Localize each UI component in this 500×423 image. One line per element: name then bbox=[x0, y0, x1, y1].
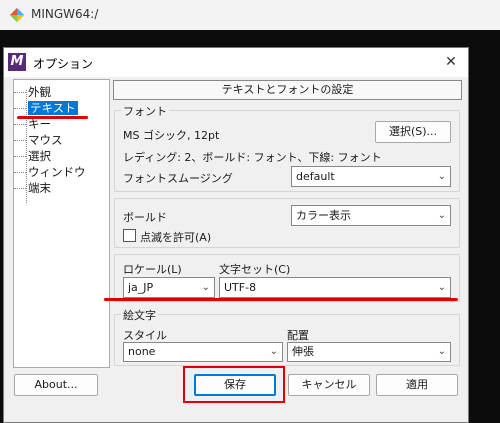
tree-item-text[interactable]: テキスト bbox=[14, 100, 78, 116]
bold-label: ボールド bbox=[123, 211, 167, 224]
select-font-button[interactable]: 選択(S)... bbox=[375, 121, 451, 143]
emoji-placement-value: 伸張 bbox=[292, 345, 314, 358]
locale-group: ロケール(L) 文字セット(C) ja_JP ⌄ UTF-8 ⌄ bbox=[114, 254, 460, 302]
emoji-style-select[interactable]: none ⌄ bbox=[123, 342, 283, 362]
charset-value: UTF-8 bbox=[224, 281, 257, 294]
blink-checkbox[interactable] bbox=[123, 229, 136, 242]
tree-item-selection[interactable]: 選択 bbox=[14, 148, 51, 164]
annotation-underline-text bbox=[17, 116, 88, 119]
smoothing-select[interactable]: default ⌄ bbox=[291, 166, 451, 187]
placement-label: 配置 bbox=[287, 329, 309, 342]
locale-value: ja_JP bbox=[128, 281, 154, 294]
terminal-title: MINGW64:/ bbox=[31, 7, 99, 21]
font-group: フォント MS ゴシック, 12pt 選択(S)... レディング: 2、ボール… bbox=[114, 103, 460, 192]
chevron-down-icon: ⌄ bbox=[437, 282, 446, 293]
dialog-title-bar: M オプション ✕ bbox=[4, 48, 468, 77]
charset-label: 文字セット(C) bbox=[219, 263, 291, 276]
emoji-style-value: none bbox=[128, 345, 156, 358]
smoothing-value: default bbox=[296, 170, 335, 183]
tree-item-label: マウス bbox=[28, 133, 63, 147]
tree-item-label: 外観 bbox=[28, 85, 51, 99]
bold-group: ボールド カラー表示 ⌄ 点滅を許可(A) bbox=[114, 198, 460, 248]
tree-item-label: ウィンドウ bbox=[28, 165, 86, 179]
blink-label: 点滅を許可(A) bbox=[140, 231, 212, 244]
tree-item-appearance[interactable]: 外観 bbox=[14, 84, 51, 100]
mintty-icon: M bbox=[8, 53, 26, 71]
tree-item-mouse[interactable]: マウス bbox=[14, 132, 63, 148]
annotation-box-save bbox=[183, 366, 285, 403]
tree-item-window[interactable]: ウィンドウ bbox=[14, 164, 86, 180]
tree-item-label: 端末 bbox=[28, 181, 51, 195]
tree-item-terminal[interactable]: 端末 bbox=[14, 180, 51, 196]
dialog-title: オプション bbox=[33, 57, 94, 71]
charset-select[interactable]: UTF-8 ⌄ bbox=[219, 277, 451, 298]
tree-item-label: テキスト bbox=[28, 101, 78, 115]
chevron-down-icon: ⌄ bbox=[269, 346, 278, 357]
close-icon[interactable]: ✕ bbox=[441, 52, 461, 72]
chevron-down-icon: ⌄ bbox=[437, 210, 446, 221]
locale-select[interactable]: ja_JP ⌄ bbox=[123, 277, 215, 298]
emoji-group-legend: 絵文字 bbox=[121, 307, 158, 323]
emoji-placement-select[interactable]: 伸張 ⌄ bbox=[287, 342, 451, 362]
smoothing-label: フォントスムージング bbox=[123, 172, 233, 185]
annotation-underline-locale bbox=[104, 298, 458, 301]
chevron-down-icon: ⌄ bbox=[437, 346, 446, 357]
git-diamond-icon bbox=[10, 8, 24, 22]
chevron-down-icon: ⌄ bbox=[437, 171, 446, 182]
font-info: MS ゴシック, 12pt bbox=[123, 129, 220, 142]
font-group-legend: フォント bbox=[121, 103, 169, 119]
tree-item-label: 選択 bbox=[28, 149, 51, 163]
apply-button[interactable]: 適用 bbox=[376, 374, 458, 396]
about-button[interactable]: About... bbox=[14, 374, 98, 396]
emoji-group: 絵文字 スタイル 配置 none ⌄ 伸張 ⌄ bbox=[114, 307, 460, 366]
tree-item-label: キー bbox=[28, 117, 51, 131]
category-tree: 外観 テキスト キー マウス 選択 ウィンドウ 端末 bbox=[13, 79, 110, 368]
style-label: スタイル bbox=[123, 329, 167, 342]
font-details: レディング: 2、ボールド: フォント、下線: フォント bbox=[123, 151, 382, 164]
locale-label: ロケール(L) bbox=[123, 263, 182, 276]
bold-select[interactable]: カラー表示 ⌄ bbox=[291, 205, 451, 226]
page-header: テキストとフォントの設定 bbox=[113, 80, 462, 100]
cancel-button[interactable]: キャンセル bbox=[288, 374, 370, 396]
terminal-title-bar: MINGW64:/ bbox=[0, 0, 500, 30]
bold-value: カラー表示 bbox=[296, 209, 351, 222]
chevron-down-icon: ⌄ bbox=[201, 282, 210, 293]
